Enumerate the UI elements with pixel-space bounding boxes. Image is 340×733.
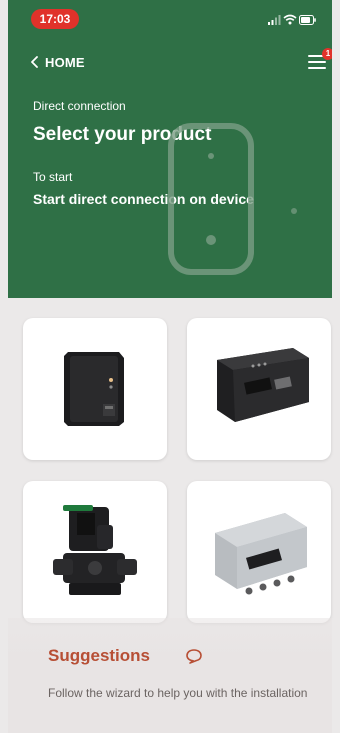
product-card-compact-device[interactable] [23,318,167,460]
suggestions-text: Follow the wizard to help you with the i… [48,686,308,700]
wifi-icon [283,14,297,25]
start-label: To start [33,170,73,184]
menu-button[interactable]: 1 [308,48,332,72]
notification-badge: 1 [322,48,332,60]
product-card-control-panel[interactable] [187,318,331,460]
battery-icon [299,15,316,25]
silver-control-box-icon [215,513,307,595]
suggestions-title: Suggestions [48,646,151,665]
product-card-pump-unit[interactable] [23,481,167,623]
back-label: HOME [45,54,85,70]
black-control-panel-icon [217,348,309,422]
pump-unit-icon [53,505,137,595]
back-button[interactable]: HOME [30,52,85,72]
page-kicker: Direct connection [33,99,126,113]
compact-black-device-icon [64,352,124,426]
chevron-left-icon [31,56,38,68]
product-card-control-box[interactable] [187,481,331,623]
chat-bubble-icon [186,649,202,664]
status-icons [268,14,316,26]
signal-icon [268,15,281,25]
status-bar: 17:03 [8,0,332,34]
device-outline-icon [168,123,297,275]
status-time: 17:03 [31,9,79,29]
header: 17:03 HOME 1 Direct connection Select yo… [8,0,332,298]
suggestions-panel[interactable]: Suggestions Follow the wizard to help yo… [8,618,332,733]
